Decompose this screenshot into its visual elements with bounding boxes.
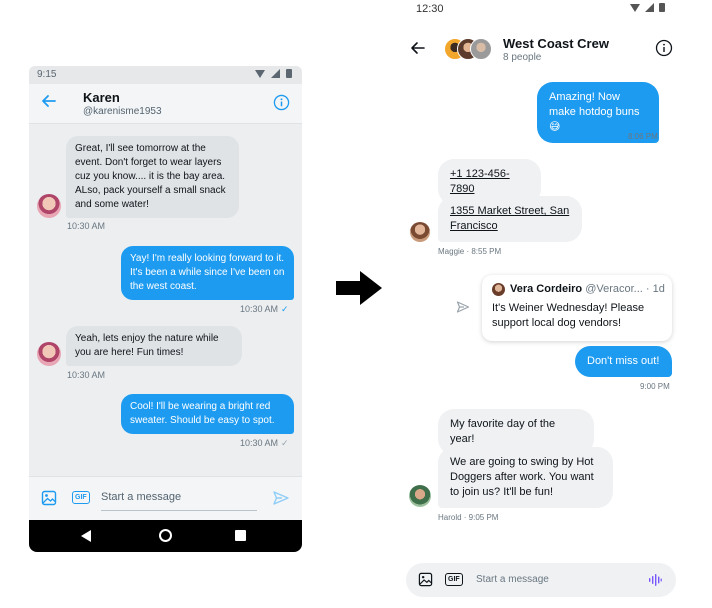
nav-home-icon[interactable]: [159, 529, 172, 542]
sender-meta: Harold · 9:05 PM: [438, 513, 499, 522]
share-icon[interactable]: [456, 300, 470, 314]
status-time: 9:15: [37, 69, 57, 80]
status-bar: 12:30: [396, 0, 712, 18]
contact-handle: @karenisme1953: [83, 106, 162, 117]
group-member-count: 8 people: [503, 52, 542, 63]
back-arrow-icon[interactable]: [41, 93, 57, 109]
phone-number-link[interactable]: +1 123-456-7890: [450, 168, 510, 195]
battery-icon: [659, 3, 665, 12]
wifi-icon: [630, 3, 640, 12]
message-bubble-incoming: Yeah, lets enjoy the nature while you ar…: [66, 326, 242, 366]
message-bubble-incoming: 1355 Market Street, San Francisco: [438, 196, 582, 242]
android-nav-bar: [29, 520, 302, 552]
message-timestamp: 10:30 AM: [67, 370, 106, 380]
back-arrow-icon[interactable]: [410, 40, 426, 56]
signal-icon: [271, 69, 280, 78]
quoted-author-name: Vera Cordeiro: [510, 283, 583, 295]
message-input[interactable]: Start a message: [476, 574, 549, 585]
message-bubble-incoming: Great, I'll see tomorrow at the event. D…: [66, 136, 239, 218]
info-icon[interactable]: [655, 39, 673, 57]
signal-icon: [645, 3, 654, 12]
sender-meta: Maggie · 8:55 PM: [438, 247, 502, 256]
quoted-author-avatar: [492, 283, 505, 296]
sent-check-icon: ✓: [281, 438, 289, 448]
member-avatar: [470, 38, 492, 60]
send-icon[interactable]: [272, 489, 290, 507]
read-check-icon: ✓: [281, 304, 289, 314]
message-timestamp: 10:30 AM: [67, 221, 106, 231]
message-bubble-incoming: We are going to swing by Hot Doggers aft…: [438, 447, 613, 508]
nav-recents-icon[interactable]: [235, 530, 246, 541]
new-group-dm-screen: 12:30 West Coast Crew 8 people Amazing! …: [396, 0, 712, 608]
gif-icon[interactable]: GIF: [445, 573, 463, 586]
battery-icon: [286, 69, 292, 78]
message-bubble-outgoing: Cool! I'll be wearing a bright red sweat…: [121, 394, 294, 434]
address-link[interactable]: 1355 Market Street, San Francisco: [450, 205, 569, 232]
status-time: 12:30: [416, 3, 444, 15]
status-bar: 9:15: [29, 66, 302, 84]
info-icon[interactable]: [273, 94, 290, 111]
message-timestamp: 10:30 AM ✓: [240, 304, 289, 314]
transition-arrow-icon: [336, 271, 382, 305]
contact-name: Karen: [83, 90, 120, 105]
wifi-icon: [255, 69, 265, 78]
message-list: Great, I'll see tomorrow at the event. D…: [29, 124, 302, 476]
compose-bar: GIF Start a message: [29, 476, 302, 520]
message-timestamp: 8:06 PM: [628, 132, 658, 141]
gif-icon[interactable]: GIF: [72, 491, 90, 504]
sender-avatar[interactable]: [409, 485, 431, 507]
message-input[interactable]: Start a message: [101, 489, 257, 511]
quoted-tweet-card[interactable]: Vera Cordeiro @Veracor... · 1d It's Wein…: [482, 275, 672, 341]
message-bubble-outgoing: Don't miss out!: [575, 346, 672, 377]
message-bubble-outgoing: Yay! I'm really looking forward to it. I…: [121, 246, 294, 300]
nav-back-icon[interactable]: [81, 530, 91, 542]
message-timestamp: 10:30 AM ✓: [240, 438, 289, 448]
conversation-header: Karen @karenisme1953: [29, 84, 302, 124]
voice-message-icon[interactable]: [648, 573, 662, 587]
quoted-tweet-text: It's Weiner Wednesday! Please support lo…: [492, 302, 645, 329]
contact-avatar: [37, 342, 61, 366]
old-dm-screen: 9:15 Karen @karenisme1953 Great, I'll se…: [29, 66, 302, 552]
group-title: West Coast Crew: [503, 36, 609, 51]
contact-avatar: [37, 194, 61, 218]
sender-avatar[interactable]: [410, 222, 430, 242]
quoted-author-handle: @Veracor... · 1d: [585, 283, 665, 295]
image-icon[interactable]: [41, 490, 57, 506]
image-icon[interactable]: [418, 572, 433, 587]
group-avatars[interactable]: [444, 38, 494, 62]
compose-bar: GIF Start a message: [406, 563, 676, 597]
message-timestamp: 9:00 PM: [640, 382, 670, 391]
